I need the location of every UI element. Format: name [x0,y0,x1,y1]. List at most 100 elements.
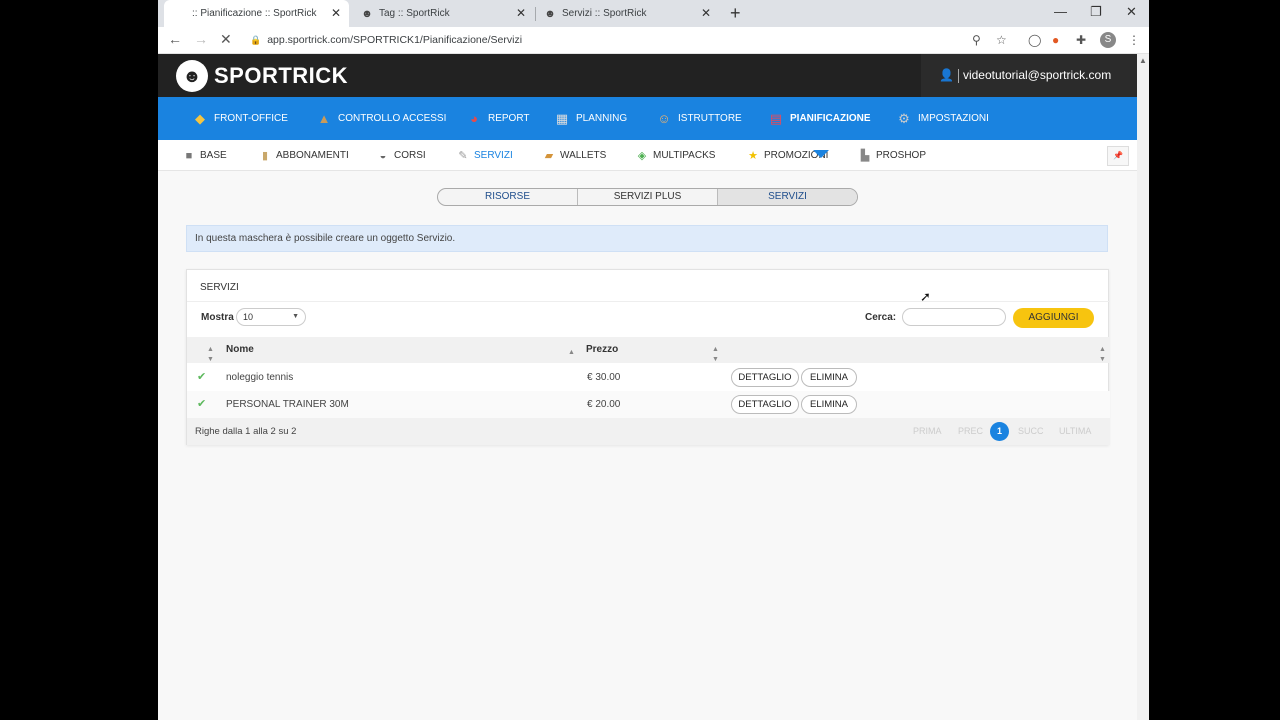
column-header-name[interactable]: Nome [226,337,254,363]
forward-icon[interactable]: → [194,31,208,47]
search-input[interactable] [902,308,1006,326]
lock-icon: 🔒 [250,35,262,45]
segment-risorse[interactable]: RISORSE [438,189,578,205]
delete-button[interactable]: ELIMINA [801,368,857,387]
main-menu: ◆ FRONT-OFFICE ▲ CONTROLLO ACCESSI ◕ REP… [158,97,1137,140]
add-button[interactable]: AGGIUNGI [1013,308,1094,328]
minimize-icon[interactable]: — [1054,4,1067,19]
submenu-abbonamenti[interactable]: ▮ ABBONAMENTI [258,140,349,171]
submenu-label: ABBONAMENTI [276,150,349,161]
report-pie-icon: ◕ [470,110,478,126]
tab-title: Servizi :: SportRick [562,8,647,19]
vertical-scrollbar[interactable]: ▲ [1137,54,1149,720]
delete-button[interactable]: ELIMINA [801,395,857,414]
logo-text: SPORTRICK [214,63,349,88]
extension-fire-icon[interactable]: ● [1052,33,1059,47]
chevron-down-icon: ▼ [292,313,299,320]
base-box-icon: ■ [185,149,193,162]
profile-avatar[interactable]: S [1100,32,1116,48]
pin-button[interactable]: 📌 [1107,146,1129,166]
loading-icon[interactable]: ✕ [220,31,232,48]
submenu-multipacks[interactable]: ◈ MULTIPACKS [635,140,716,171]
content-area: RISORSE SERVIZI PLUS SERVIZI In questa m… [158,171,1137,720]
pager-next[interactable]: SUCC [1018,418,1044,445]
menu-label: PIANIFICAZIONE [790,113,871,124]
back-icon[interactable]: ← [168,31,182,47]
submenu-proshop[interactable]: ▙ PROSHOP [858,140,926,171]
submenu-label: CORSI [394,150,426,161]
menu-dots-icon[interactable]: ⋮ [1128,33,1140,47]
page-size-select[interactable]: 10 ▼ [236,308,306,326]
detail-button[interactable]: DETTAGLIO [731,368,799,387]
sub-menu: ■ BASE ▮ ABBONAMENTI ◒ CORSI ✎ SERVIZI ▰… [158,140,1137,171]
tab-servizi[interactable]: ☻ Servizi :: SportRick ✕ [539,0,719,27]
divider [187,301,1110,302]
active-menu-caret [813,150,829,158]
url-text: app.sportrick.com/SPORTRICK1/Pianificazi… [267,34,523,46]
star-icon[interactable]: ☆ [996,33,1007,47]
restore-icon[interactable]: ❐ [1090,4,1102,20]
menu-istruttore[interactable]: ☺ ISTRUTTORE [656,97,741,140]
sportrick-logo-icon: ☻ [176,60,208,92]
sort-icon[interactable]: ▲ ▼ [207,345,214,365]
planning-calendar-icon: ▦ [555,110,569,126]
tab-pianificazione[interactable]: :: Pianificazione :: SportRick ✕ [164,0,349,27]
close-icon[interactable]: ✕ [331,6,341,20]
segment-servizi-plus[interactable]: SERVIZI PLUS [578,189,718,205]
submenu-servizi[interactable]: ✎ SERVIZI [456,140,513,171]
submenu-base[interactable]: ■ BASE [182,140,227,171]
menu-front-office[interactable]: ◆ FRONT-OFFICE [192,97,288,140]
sort-asc-icon[interactable]: ▲ [568,348,575,358]
table-row: ✔ noleggio tennis € 30.00 DETTAGLIO ELIM… [187,364,1110,391]
tab-title: :: Pianificazione :: SportRick [192,8,317,19]
tab-strip: :: Pianificazione :: SportRick ✕ ☻ Tag :… [158,0,1149,27]
services-panel: SERVIZI Mostra 10 ▼ Cerca: AGGIUNGI ▲ ▼ N… [186,269,1110,445]
submenu-corsi[interactable]: ◒ CORSI [376,140,426,171]
close-window-icon[interactable]: ✕ [1126,4,1137,20]
pager-current-page[interactable]: 1 [990,422,1009,441]
rows-info: Righe dalla 1 alla 2 su 2 [195,426,297,437]
services-icon: ✎ [458,149,468,162]
app-header: ☻ SPORTRICK 👤 videotutorial@sportrick.com [158,54,1137,97]
panel-title: SERVIZI [200,282,239,293]
pager-last[interactable]: ULTIMA [1059,418,1091,445]
tab-tag[interactable]: ☻ Tag :: SportRick ✕ [356,0,534,27]
tab-title: Tag :: SportRick [379,8,450,19]
pager-prev[interactable]: PREC [958,418,983,445]
menu-pianificazione[interactable]: ▤ PIANIFICAZIONE [768,97,871,140]
section-switcher: RISORSE SERVIZI PLUS SERVIZI [437,188,858,206]
settings-gear-icon: ⚙ [898,110,910,126]
column-header-price[interactable]: Prezzo [586,337,618,363]
submenu-label: BASE [200,150,227,161]
menu-planning[interactable]: ▦ PLANNING [554,97,627,140]
table-footer: Righe dalla 1 alla 2 su 2 PRIMA PREC 1 S… [187,418,1110,445]
close-icon[interactable]: ✕ [701,6,711,20]
sort-icon[interactable]: ▲ ▼ [712,345,719,365]
scheduling-calendar-icon: ▤ [769,110,783,126]
address-bar[interactable]: 🔒 app.sportrick.com/SPORTRICK1/Pianificaz… [250,31,950,50]
submenu-label: MULTIPACKS [653,150,716,161]
user-menu[interactable]: 👤 videotutorial@sportrick.com [921,54,1137,97]
zoom-icon[interactable]: ⚲ [972,33,981,47]
submenu-label: SERVIZI [474,150,513,161]
detail-button[interactable]: DETTAGLIO [731,395,799,414]
extension-circle-icon[interactable]: ◯ [1028,33,1041,47]
subscription-icon: ▮ [261,149,269,162]
wallet-icon: ▰ [544,149,554,162]
close-icon[interactable]: ✕ [516,6,526,20]
menu-impostazioni[interactable]: ⚙ IMPOSTAZIONI [896,97,989,140]
menu-controllo-accessi[interactable]: ▲ CONTROLLO ACCESSI [316,97,447,140]
segment-servizi[interactable]: SERVIZI [718,189,857,205]
courses-icon: ◒ [379,149,387,162]
pager-first[interactable]: PRIMA [913,418,942,445]
extensions-puzzle-icon[interactable]: ✚ [1076,33,1086,47]
submenu-wallets[interactable]: ▰ WALLETS [542,140,607,171]
new-tab-button[interactable]: + [730,3,741,24]
search-label: Cerca: [865,312,897,323]
menu-report[interactable]: ◕ REPORT [466,97,529,140]
service-price: € 20.00 [587,399,621,410]
sort-icon[interactable]: ▲ ▼ [1099,345,1106,365]
sportrick-icon: ☻ [544,7,556,20]
logo[interactable]: ☻ SPORTRICK [176,60,348,92]
scroll-up-icon[interactable]: ▲ [1139,56,1147,65]
